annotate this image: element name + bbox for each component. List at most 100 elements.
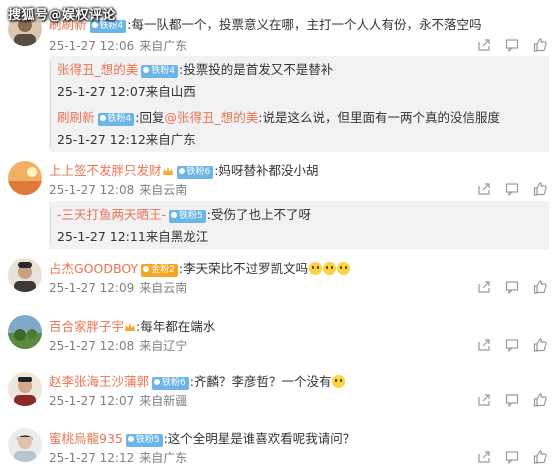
comment-actions xyxy=(477,182,547,196)
badge-label: 铁粉4 xyxy=(151,66,175,76)
share-icon[interactable] xyxy=(477,450,491,464)
reply-username-link[interactable]: 张得丑_想的美 xyxy=(57,62,138,77)
comment-meta: 25-1-27 12:08 来自云南 xyxy=(49,183,187,197)
share-icon[interactable] xyxy=(477,182,491,196)
username-link[interactable]: 百合家胖子宇 xyxy=(49,319,124,334)
badge-icon xyxy=(99,115,106,121)
reply-prefix: :回复 xyxy=(135,110,165,125)
reply-date: 25-1-27 12:11 xyxy=(57,229,146,244)
laughing-emoji-icon xyxy=(332,375,346,388)
reply-item: -三天打鱼两天晒王- 铁粉5:受伤了也上不了呀 xyxy=(57,207,311,223)
comment-location: 来自新疆 xyxy=(139,394,188,408)
mention-link[interactable]: @张得丑_想的美 xyxy=(164,110,258,125)
comment-line: 蜜桃烏龍935 铁粉5:这个全明星是谁喜欢看呢我请问？ xyxy=(49,431,355,447)
reply-meta: 25-1-27 12:11来自黑龙江 xyxy=(57,229,208,245)
comment-icon[interactable] xyxy=(505,393,519,407)
comment-actions xyxy=(477,280,547,294)
comment-line: 赵李张海王沙蒲郭 铁粉6:齐麟？李彦哲？一个没有 xyxy=(49,374,346,390)
badge-label: 铁粉4 xyxy=(107,114,132,124)
comment-meta: 25-1-27 12:06 来自广东 xyxy=(49,39,187,53)
reply-username-link[interactable]: 刷刷新 xyxy=(57,110,95,125)
like-icon[interactable] xyxy=(533,338,547,352)
comment-item: 上上签不发胖只发财 铁粉6:妈呀替补都没小胡 25-1-27 12:08 来自云南 … xyxy=(0,155,559,252)
emoji-icon xyxy=(323,262,337,275)
crown-icon xyxy=(125,323,136,331)
comment-date: 25-1-27 12:08 xyxy=(49,339,135,353)
comment-text: :每一队都一个，投票意义在哪，主打一个人人有份，永不落空吗 xyxy=(127,17,482,32)
comment-location: 来自辽宁 xyxy=(139,339,188,353)
comment-line: 占杰GOODBOY 金粉2:李天荣比不过罗凯文吗 xyxy=(49,261,351,277)
comment-actions xyxy=(477,338,547,352)
comment-text: :妈呀替补都没小胡 xyxy=(214,163,319,178)
share-icon[interactable] xyxy=(477,280,491,294)
reply-username-link[interactable]: -三天打鱼两天晒王- xyxy=(57,207,166,222)
comment-icon[interactable] xyxy=(505,280,519,294)
reply-location: 来自山西 xyxy=(145,84,196,99)
comment-line: 百合家胖子宇:每年都在端水 xyxy=(49,319,215,335)
reply-divider xyxy=(50,207,51,243)
badge-icon xyxy=(171,212,178,218)
like-icon[interactable] xyxy=(533,280,547,294)
fan-badge: 铁粉6 xyxy=(152,377,189,390)
badge-icon xyxy=(178,168,185,174)
avatar[interactable] xyxy=(8,315,42,349)
share-icon[interactable] xyxy=(477,38,491,52)
fan-badge: 铁粉5 xyxy=(169,210,206,223)
comment-icon[interactable] xyxy=(505,182,519,196)
emoji-icon xyxy=(337,262,351,275)
like-icon[interactable] xyxy=(533,182,547,196)
comment-icon[interactable] xyxy=(505,338,519,352)
fan-badge: 铁粉4 xyxy=(97,113,135,126)
avatar[interactable] xyxy=(8,161,42,195)
comment-actions xyxy=(477,450,547,464)
fan-badge: 金粉2 xyxy=(141,264,178,277)
username-link[interactable]: 上上签不发胖只发财 xyxy=(49,163,162,178)
share-icon[interactable] xyxy=(477,393,491,407)
comment-item: 刷刷新 铁粉4 :每一队都一个，投票意义在哪，主打一个人人有份，永不落空吗 25-1… xyxy=(0,0,559,160)
badge-icon xyxy=(143,266,150,272)
comment-text: :这个全明星是谁喜欢看呢我请问？ xyxy=(163,431,356,446)
comment-text: :李天荣比不过罗凯文吗 xyxy=(178,261,309,276)
reply-list: -三天打鱼两天晒王- 铁粉5:受伤了也上不了呀 25-1-27 12:11来自黑龙… xyxy=(49,201,549,249)
avatar[interactable] xyxy=(8,258,42,292)
username-link[interactable]: 蜜桃烏龍935 xyxy=(49,431,123,446)
fan-badge: 铁粉5 xyxy=(125,434,163,447)
comment-date: 25-1-27 12:09 xyxy=(49,281,135,295)
emoji-icon xyxy=(309,262,323,275)
reply-list: 张得丑_想的美 铁粉4:投票投的是首发又不是替补 25-1-27 12:07来自山… xyxy=(49,56,549,152)
username-link[interactable]: 赵李张海王沙蒲郭 xyxy=(49,374,149,389)
crown-icon xyxy=(162,167,173,175)
reply-location: 来自广东 xyxy=(145,132,196,147)
comment-actions xyxy=(477,393,547,407)
reply-text: :说是这么说，但里面有一两个真的没信服度 xyxy=(258,110,500,125)
comment-meta: 25-1-27 12:12 来自广东 xyxy=(49,451,187,465)
share-icon[interactable] xyxy=(477,338,491,352)
avatar[interactable] xyxy=(8,372,42,406)
badge-label: 铁粉5 xyxy=(179,211,203,221)
comment-location: 来自云南 xyxy=(139,281,188,295)
comment-location: 来自广东 xyxy=(139,39,188,53)
reply-meta: 25-1-27 12:07来自山西 xyxy=(57,84,196,100)
reply-divider xyxy=(50,62,51,146)
comment-line: 上上签不发胖只发财 铁粉6:妈呀替补都没小胡 xyxy=(49,163,318,179)
badge-label: 铁粉6 xyxy=(162,378,186,388)
comment-date: 25-1-27 12:07 xyxy=(49,394,135,408)
reply-meta: 25-1-27 12:12来自广东 xyxy=(57,132,196,148)
like-icon[interactable] xyxy=(533,450,547,464)
avatar[interactable] xyxy=(8,428,42,462)
comment-date: 25-1-27 12:12 xyxy=(49,451,135,465)
like-icon[interactable] xyxy=(533,393,547,407)
username-link[interactable]: 占杰GOODBOY xyxy=(49,261,138,276)
badge-label: 金粉2 xyxy=(151,265,175,275)
comment-item: 占杰GOODBOY 金粉2:李天荣比不过罗凯文吗 25-1-27 12:09 来自云… xyxy=(0,254,559,310)
comment-icon[interactable] xyxy=(505,38,519,52)
badge-icon xyxy=(154,379,161,385)
watermark: 搜狐号@娱权评论 xyxy=(8,8,117,23)
comment-icon[interactable] xyxy=(505,450,519,464)
badge-label: 铁粉6 xyxy=(186,167,211,177)
comment-meta: 25-1-27 12:08 来自辽宁 xyxy=(49,339,187,353)
badge-icon xyxy=(127,436,134,442)
like-icon[interactable] xyxy=(533,38,547,52)
comment-actions xyxy=(477,38,547,52)
comment-date: 25-1-27 12:08 xyxy=(49,183,135,197)
